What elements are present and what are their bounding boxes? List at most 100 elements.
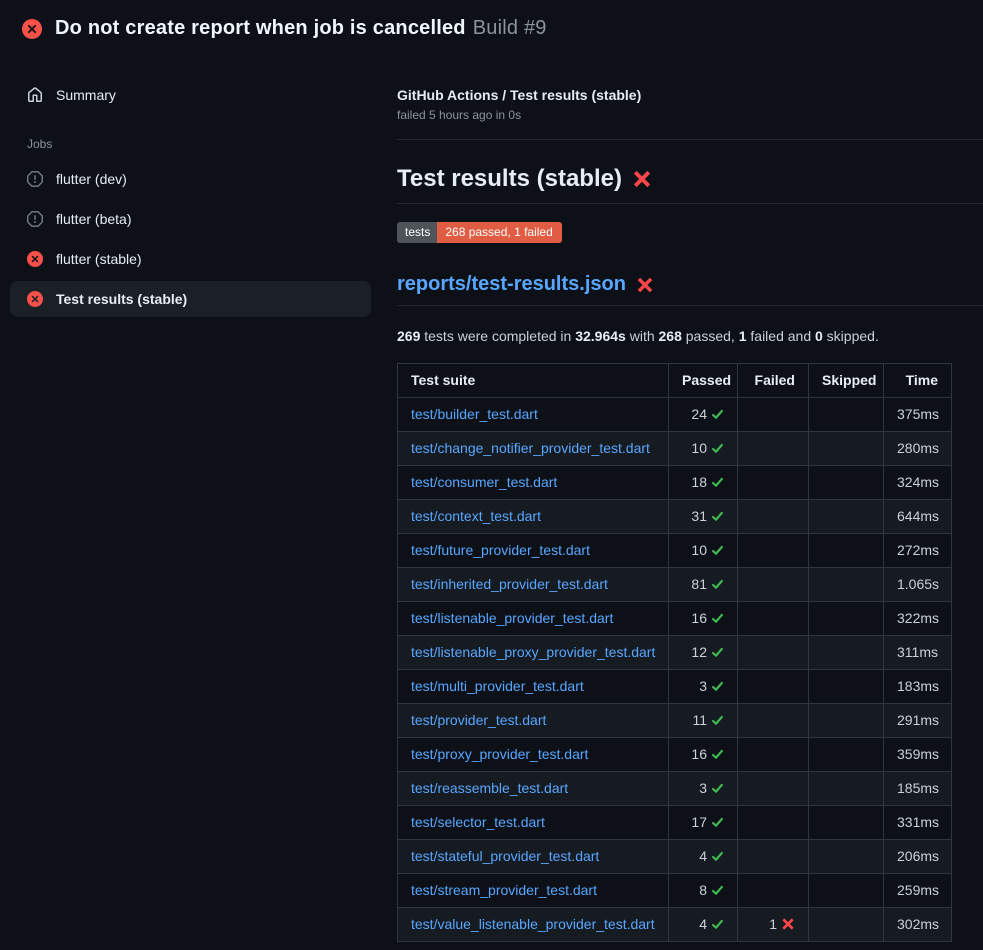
check-icon (711, 442, 724, 455)
test-suite-link[interactable]: test/reassemble_test.dart (411, 780, 568, 796)
time-value: 183ms (884, 670, 952, 704)
test-suite-link[interactable]: test/context_test.dart (411, 508, 541, 524)
skipped-count (809, 500, 884, 534)
test-suite-link[interactable]: test/multi_provider_test.dart (411, 678, 584, 694)
run-meta: failed 5 hours ago in 0s (397, 108, 983, 122)
test-suite-link[interactable]: test/builder_test.dart (411, 406, 538, 422)
col-header-failed: Failed (738, 364, 809, 398)
badge-value: 268 passed, 1 failed (437, 222, 561, 243)
test-suite-link[interactable]: test/listenable_proxy_provider_test.dart (411, 644, 655, 660)
failed-status-icon (27, 291, 43, 307)
job-label: flutter (stable) (56, 251, 142, 267)
sidebar-job-item[interactable]: flutter (dev) (10, 161, 371, 197)
test-suite-link[interactable]: test/consumer_test.dart (411, 474, 557, 490)
check-icon (711, 748, 724, 761)
table-row: test/provider_test.dart 11 291ms (398, 704, 952, 738)
sidebar-job-item[interactable]: flutter (stable) (10, 241, 371, 277)
table-row: test/listenable_provider_test.dart 16 32… (398, 602, 952, 636)
test-suite-link[interactable]: test/inherited_provider_test.dart (411, 576, 608, 592)
passed-count: 81 (691, 576, 707, 592)
test-suite-link[interactable]: test/provider_test.dart (411, 712, 546, 728)
jobs-list: flutter (dev) flutter (beta) flutter (st… (0, 161, 381, 317)
skipped-count (809, 738, 884, 772)
skipped-count (809, 636, 884, 670)
test-results-table: Test suite Passed Failed Skipped Time te… (397, 363, 952, 942)
test-suite-link[interactable]: test/stream_provider_test.dart (411, 882, 597, 898)
passed-count: 4 (699, 848, 707, 864)
passed-count: 16 (691, 746, 707, 762)
time-value: 322ms (884, 602, 952, 636)
time-value: 185ms (884, 772, 952, 806)
check-icon (711, 918, 724, 931)
passed-count: 10 (691, 440, 707, 456)
home-icon (27, 87, 43, 103)
table-row: test/builder_test.dart 24 375ms (398, 398, 952, 432)
passed-count: 17 (691, 814, 707, 830)
build-number: Build #9 (473, 17, 547, 39)
skipped-count (809, 398, 884, 432)
jobs-section-label: Jobs (27, 137, 381, 151)
passed-count: 24 (691, 406, 707, 422)
test-suite-link[interactable]: test/selector_test.dart (411, 814, 545, 830)
cancelled-status-icon (27, 211, 43, 227)
check-icon (711, 612, 724, 625)
table-row: test/stream_provider_test.dart 8 259ms (398, 874, 952, 908)
test-suite-link[interactable]: test/listenable_provider_test.dart (411, 610, 613, 626)
check-icon (711, 544, 724, 557)
test-suite-link[interactable]: test/value_listenable_provider_test.dart (411, 916, 655, 932)
check-icon (711, 408, 724, 421)
x-icon (781, 917, 795, 931)
passed-count: 18 (691, 474, 707, 490)
table-header-row: Test suite Passed Failed Skipped Time (398, 364, 952, 398)
check-icon (711, 884, 724, 897)
skipped-count (809, 874, 884, 908)
skipped-count (809, 772, 884, 806)
time-value: 280ms (884, 432, 952, 466)
skipped-count (809, 670, 884, 704)
table-body: test/builder_test.dart 24 375ms test/cha… (398, 398, 952, 942)
test-suite-link[interactable]: test/change_notifier_provider_test.dart (411, 440, 650, 456)
table-row: test/change_notifier_provider_test.dart … (398, 432, 952, 466)
check-run-page: Do not create report when job is cancell… (0, 0, 983, 942)
table-row: test/proxy_provider_test.dart 16 359ms (398, 738, 952, 772)
table-row: test/selector_test.dart 17 331ms (398, 806, 952, 840)
check-icon (711, 850, 724, 863)
passed-count: 31 (691, 508, 707, 524)
failed-x-icon (636, 276, 654, 294)
sidebar-job-item[interactable]: Test results (stable) (10, 281, 371, 317)
page-title: Do not create report when job is cancell… (55, 17, 547, 40)
test-suite-link[interactable]: test/stateful_provider_test.dart (411, 848, 599, 864)
passed-count: 3 (699, 780, 707, 796)
time-value: 1.065s (884, 568, 952, 602)
time-value: 324ms (884, 466, 952, 500)
col-header-test-suite: Test suite (398, 364, 669, 398)
sidebar-job-item[interactable]: flutter (beta) (10, 201, 371, 237)
test-suite-link[interactable]: test/future_provider_test.dart (411, 542, 590, 558)
time-value: 375ms (884, 398, 952, 432)
time-value: 644ms (884, 500, 952, 534)
main-content: GitHub Actions / Test results (stable) f… (381, 55, 983, 942)
skipped-count (809, 466, 884, 500)
passed-count: 4 (699, 916, 707, 932)
cancelled-status-icon (27, 171, 43, 187)
header: Do not create report when job is cancell… (0, 0, 983, 55)
passed-count: 8 (699, 882, 707, 898)
skipped-count (809, 806, 884, 840)
failed-status-icon (22, 19, 42, 39)
report-file-link[interactable]: reports/test-results.json (397, 273, 626, 296)
table-row: test/stateful_provider_test.dart 4 206ms (398, 840, 952, 874)
badge-label: tests (397, 222, 437, 243)
skipped-count (809, 534, 884, 568)
job-label: flutter (dev) (56, 171, 127, 187)
failed-x-icon (632, 169, 652, 189)
passed-count: 10 (691, 542, 707, 558)
passed-count: 11 (692, 712, 707, 728)
divider (397, 139, 983, 140)
skipped-count (809, 432, 884, 466)
skipped-count (809, 840, 884, 874)
run-title: Do not create report when job is cancell… (55, 17, 466, 39)
test-suite-link[interactable]: test/proxy_provider_test.dart (411, 746, 588, 762)
check-icon (711, 510, 724, 523)
skipped-count (809, 602, 884, 636)
sidebar-item-summary[interactable]: Summary (10, 77, 371, 113)
